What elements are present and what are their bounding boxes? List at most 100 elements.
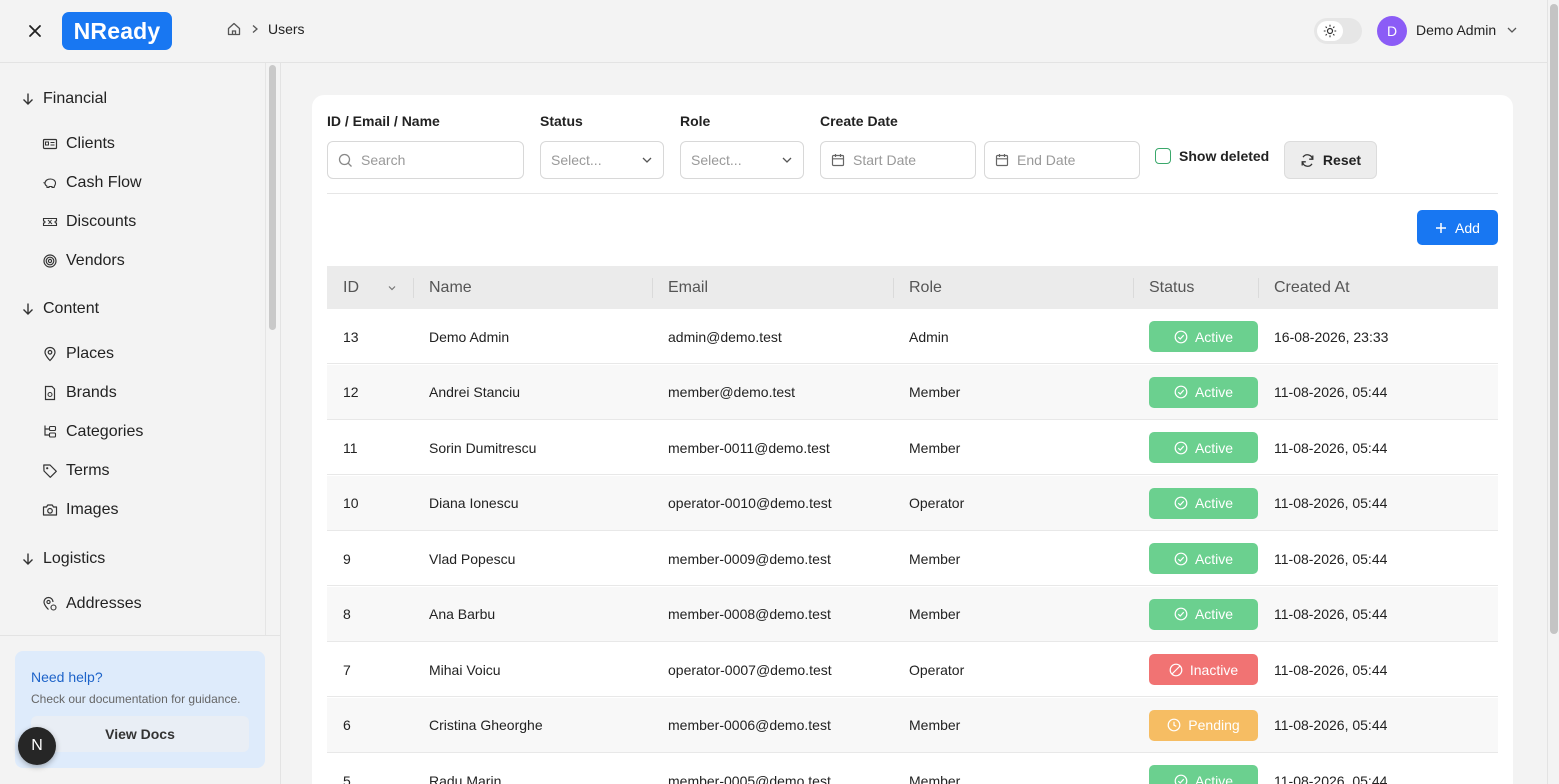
sidebar-item-addresses[interactable]: Addresses [42,595,142,613]
cell-email: admin@demo.test [668,328,782,345]
table-row[interactable]: 12 Andrei Stanciu member@demo.test Member 11… [327,364,1498,420]
cell-email: member@demo.test [668,384,796,400]
app-badge-button[interactable]: N [18,727,56,765]
cell-email: operator-0007@demo.test [668,661,832,678]
table-row[interactable]: 6 Cristina Gheorghe member-0006@demo.test M… [327,697,1498,753]
column-header-id[interactable]: ID [343,266,397,309]
column-header-status[interactable]: Status [1149,266,1194,309]
status-select-value: Select... [551,152,602,168]
status-badge: Active [1149,765,1258,784]
add-user-button[interactable]: Add [1417,210,1498,245]
arrow-down-icon [23,303,33,315]
camera-icon [42,504,58,516]
cell-created-at: 11-08-2026, 05:44 [1274,550,1388,567]
theme-toggle[interactable] [1314,18,1362,44]
home-icon[interactable] [226,21,242,37]
column-separator [893,278,894,298]
cell-created-at: 11-08-2026, 05:44 [1274,439,1388,456]
sidebar-scrollbar[interactable] [269,65,276,330]
cell-email: operator-0010@demo.test [668,495,832,511]
column-header-email[interactable]: Email [668,266,708,309]
cell-id: 8 [343,606,351,622]
start-date-input[interactable]: Start Date [820,141,976,179]
close-icon [29,25,41,37]
status-badge: Active [1149,432,1258,463]
table-row[interactable]: 11 Sorin Dumitrescu member-0011@demo.test M… [327,420,1498,475]
cell-role: Operator [909,495,965,511]
table-row[interactable]: 10 Diana Ionescu operator-0010@demo.test Op… [327,475,1498,531]
cell-role: Operator [909,661,965,678]
column-separator [1133,278,1134,298]
nav-group-content[interactable]: Content [21,300,99,318]
sidebar-item-discounts[interactable]: Discounts [42,213,136,231]
sidebar-item-vendors[interactable]: Vendors [42,252,125,270]
plus-icon [1436,222,1447,233]
status-badge-label: Inactive [1189,661,1239,678]
sidebar-item-cash-flow[interactable]: Cash Flow [42,174,142,192]
column-header-created-at[interactable]: Created At [1274,266,1350,309]
table-row[interactable]: 7 Mihai Voicu operator-0007@demo.test Opera… [327,642,1498,697]
table-row[interactable]: 8 Ana Barbu member-0008@demo.test Member 11-… [327,586,1498,642]
search-input[interactable]: Search [327,141,524,179]
cell-role: Member [909,384,961,400]
checkbox-box[interactable] [1155,148,1171,164]
cell-role: Member [909,439,961,456]
cell-email: member-0009@demo.test [668,550,831,567]
search-placeholder: Search [361,152,406,168]
nav-group-financial[interactable]: Financial [21,90,107,108]
sidebar-item-places[interactable]: Places [42,345,114,363]
role-select[interactable]: Select... [680,141,804,179]
sidebar-item-label: Brands [66,384,117,401]
reset-button[interactable]: Reset [1284,141,1377,179]
sidebar-item-categories[interactable]: Categories [42,423,143,441]
status-badge: Active [1149,543,1258,574]
cell-id: 7 [343,661,351,678]
close-sidebar-button[interactable] [22,17,48,45]
status-label: Status [540,113,583,129]
arrow-down-icon [23,93,33,105]
check-circle-icon [1174,385,1188,399]
table-row[interactable]: 13 Demo Admin admin@demo.test Admin 16-08-20… [327,309,1498,364]
column-header-role[interactable]: Role [909,266,942,309]
sidebar-item-brands[interactable]: Brands [42,384,117,402]
page-scrollbar[interactable] [1547,0,1559,784]
chevron-down-icon [782,157,792,163]
sort-chevron-icon[interactable] [387,283,397,293]
cell-status: Active [1149,365,1258,420]
column-header-name[interactable]: Name [429,266,472,309]
hierarchy-icon [44,425,57,438]
cell-name: Demo Admin [429,328,510,345]
page-scrollbar-thumb[interactable] [1550,4,1558,634]
cell-name: Ana Barbu [429,606,496,622]
ban-icon [1169,663,1183,676]
status-select[interactable]: Select... [540,141,664,179]
chevron-down-icon[interactable] [1506,24,1518,36]
user-name[interactable]: Demo Admin [1416,22,1496,38]
nav-group-logistics[interactable]: Logistics [21,550,105,568]
sidebar-item-terms[interactable]: Terms [42,462,110,480]
cell-created-at: 16-08-2026, 23:33 [1274,328,1389,345]
file-icon [44,385,56,401]
nav-group-label: Logistics [43,550,106,567]
cell-status: Active [1149,753,1258,784]
status-badge: Pending [1149,709,1258,741]
sidebar-item-images[interactable]: Images [42,501,118,519]
sidebar-item-clients[interactable]: Clients [42,135,115,153]
cell-created-at: 11-08-2026, 05:44 [1274,717,1388,733]
cell-status: Active [1149,476,1258,531]
end-date-input[interactable]: End Date [984,141,1140,179]
piggy-bank-icon [43,178,57,189]
status-badge-label: Active [1194,550,1234,567]
cell-id: 5 [343,772,351,784]
avatar[interactable]: D [1377,16,1407,46]
table-row[interactable]: 9 Vlad Popescu member-0009@demo.test Member… [327,531,1498,586]
cell-id: 10 [343,495,359,511]
sidebar-item-label: Cash Flow [66,174,142,191]
view-docs-button[interactable]: View Docs [31,716,249,752]
app-logo[interactable]: NReady [62,12,172,50]
show-deleted-checkbox[interactable]: Show deleted [1155,148,1269,164]
sidebar-nav: Financial Clients Cash Flow Discounts Ve… [0,63,266,635]
table-row[interactable]: 5 Radu Marin member-0005@demo.test Member 11… [327,753,1498,784]
table-header: ID Name Email Role Status Created At [327,266,1498,309]
cell-status: Active [1149,531,1258,586]
